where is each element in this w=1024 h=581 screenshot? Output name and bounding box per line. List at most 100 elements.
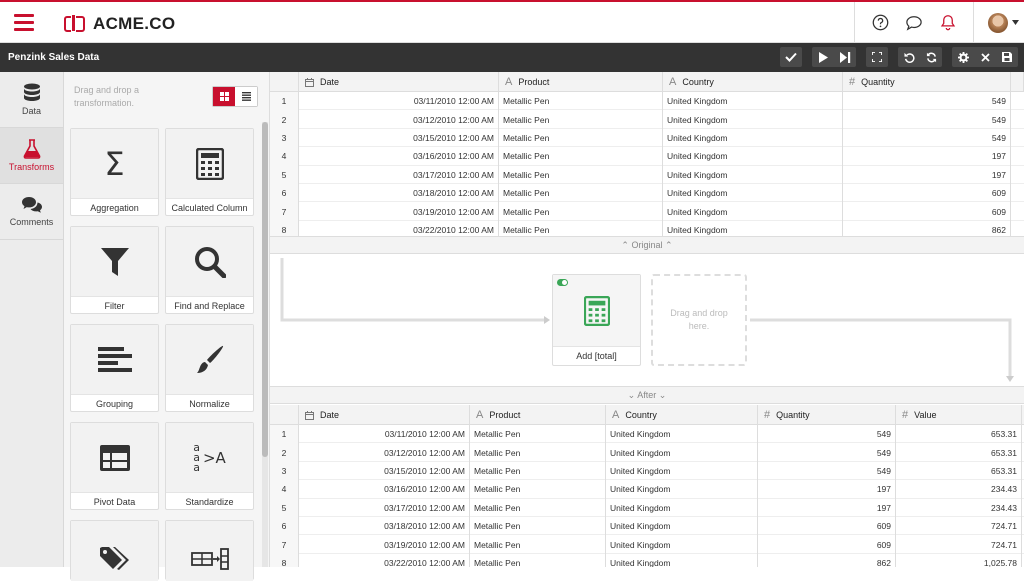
table-cell[interactable]: 234.43 <box>896 498 1022 517</box>
table-cell[interactable]: Metallic Pen <box>499 110 663 129</box>
table-cell[interactable]: 1,025.78 <box>896 553 1022 567</box>
close-icon[interactable] <box>974 47 996 67</box>
table-cell[interactable]: Metallic Pen <box>470 535 606 554</box>
table-cell[interactable]: 724.71 <box>896 535 1022 554</box>
table-cell[interactable]: Metallic Pen <box>499 202 663 221</box>
column-header-value[interactable]: # Value <box>896 405 1022 425</box>
table-cell[interactable]: 03/16/2010 12:00 AM <box>299 147 499 166</box>
fullscreen-icon[interactable] <box>866 47 888 67</box>
table-cell[interactable]: 03/12/2010 12:00 AM <box>299 110 499 129</box>
table-row[interactable]: 1 03/11/2010 12:00 AM Metallic Pen United K… <box>270 92 1024 111</box>
table-cell[interactable]: 653.31 <box>896 461 1022 481</box>
column-header-date[interactable]: Date <box>299 405 470 425</box>
table-cell[interactable]: United Kingdom <box>606 516 758 536</box>
card-find-and-replace[interactable]: Find and Replace <box>165 226 254 314</box>
table-cell[interactable]: 197 <box>758 498 896 517</box>
table-cell[interactable]: 653.31 <box>896 443 1022 462</box>
table-cell[interactable]: Metallic Pen <box>470 443 606 462</box>
hamburger-icon[interactable] <box>14 14 34 31</box>
table-row[interactable]: 2 03/12/2010 12:00 AM Metallic Pen United K… <box>270 443 1024 462</box>
column-header-product[interactable]: A Product <box>499 72 663 92</box>
table-cell[interactable]: 197 <box>758 480 896 499</box>
table-cell[interactable]: United Kingdom <box>663 183 843 203</box>
table-cell[interactable]: Metallic Pen <box>470 480 606 499</box>
table-cell[interactable]: United Kingdom <box>663 165 843 184</box>
table-cell[interactable]: 03/22/2010 12:00 AM <box>299 553 470 567</box>
card-normalize[interactable]: Normalize <box>165 324 254 412</box>
table-cell[interactable]: Metallic Pen <box>499 92 663 111</box>
table-cell[interactable]: United Kingdom <box>606 461 758 481</box>
table-cell[interactable]: 197 <box>843 165 1011 184</box>
table-row[interactable]: 3 03/15/2010 12:00 AM Metallic Pen United K… <box>270 128 1024 148</box>
table-cell[interactable]: 03/17/2010 12:00 AM <box>299 165 499 184</box>
table-cell[interactable]: 862 <box>758 553 896 567</box>
table-cell[interactable]: United Kingdom <box>663 128 843 148</box>
table-cell[interactable]: United Kingdom <box>606 498 758 517</box>
table-row[interactable]: 3 03/15/2010 12:00 AM Metallic Pen United K… <box>270 461 1024 481</box>
nav-item-transforms[interactable]: Transforms <box>0 128 63 184</box>
table-row[interactable]: 6 03/18/2010 12:00 AM Metallic Pen United K… <box>270 516 1024 536</box>
table-cell[interactable]: 549 <box>843 128 1011 148</box>
table-row[interactable]: 8 03/22/2010 12:00 AM Metallic Pen United K… <box>270 553 1024 567</box>
table-cell[interactable]: Metallic Pen <box>470 516 606 536</box>
table-cell[interactable]: 549 <box>758 425 896 444</box>
table-cell[interactable]: 609 <box>843 183 1011 203</box>
card-calculated-column[interactable]: Calculated Column <box>165 128 254 216</box>
table-cell[interactable]: United Kingdom <box>663 110 843 129</box>
table-cell[interactable]: Metallic Pen <box>470 461 606 481</box>
card-filter[interactable]: Filter <box>70 226 159 314</box>
table-cell[interactable]: 03/15/2010 12:00 AM <box>299 461 470 481</box>
grid-view-icon[interactable] <box>213 87 235 106</box>
table-cell[interactable]: United Kingdom <box>606 553 758 567</box>
column-header-country[interactable]: A Country <box>663 72 843 92</box>
table-cell[interactable]: United Kingdom <box>606 425 758 444</box>
table-cell[interactable]: 03/19/2010 12:00 AM <box>299 202 499 221</box>
column-header-country[interactable]: A Country <box>606 405 758 425</box>
table-row[interactable]: 1 03/11/2010 12:00 AM Metallic Pen United K… <box>270 425 1024 444</box>
table-cell[interactable]: 03/22/2010 12:00 AM <box>299 220 499 236</box>
card-grouping[interactable]: Grouping <box>70 324 159 412</box>
card-pivot-data[interactable]: Pivot Data <box>70 422 159 510</box>
flow-drop-zone[interactable]: Drag and drop here. <box>651 274 747 366</box>
table-row[interactable]: 2 03/12/2010 12:00 AM Metallic Pen United K… <box>270 110 1024 129</box>
list-view-icon[interactable] <box>235 87 257 106</box>
table-cell[interactable]: Metallic Pen <box>499 220 663 236</box>
table-cell[interactable]: United Kingdom <box>606 443 758 462</box>
table-cell[interactable]: 549 <box>843 92 1011 111</box>
card-aggregation[interactable]: Σ Aggregation <box>70 128 159 216</box>
table-cell[interactable]: 03/18/2010 12:00 AM <box>299 183 499 203</box>
table-cell[interactable]: Metallic Pen <box>499 183 663 203</box>
gear-icon[interactable] <box>952 47 974 67</box>
nav-item-data[interactable]: Data <box>0 72 63 128</box>
table-cell[interactable]: 03/19/2010 12:00 AM <box>299 535 470 554</box>
card-tags[interactable] <box>70 520 159 581</box>
bell-icon[interactable] <box>931 2 965 43</box>
table-cell[interactable]: 234.43 <box>896 480 1022 499</box>
table-row[interactable]: 7 03/19/2010 12:00 AM Metallic Pen United K… <box>270 202 1024 221</box>
nav-item-comments[interactable]: Comments <box>0 184 63 240</box>
card-split-columns[interactable] <box>165 520 254 581</box>
table-cell[interactable]: 03/17/2010 12:00 AM <box>299 498 470 517</box>
table-cell[interactable]: Metallic Pen <box>470 425 606 444</box>
column-header-product[interactable]: A Product <box>470 405 606 425</box>
table-cell[interactable]: Metallic Pen <box>499 128 663 148</box>
table-cell[interactable]: 724.71 <box>896 516 1022 536</box>
table-row[interactable]: 6 03/18/2010 12:00 AM Metallic Pen United K… <box>270 183 1024 203</box>
table-cell[interactable]: Metallic Pen <box>499 165 663 184</box>
table-cell[interactable]: 653.31 <box>896 425 1022 444</box>
table-cell[interactable]: 197 <box>843 147 1011 166</box>
table-cell[interactable]: 03/15/2010 12:00 AM <box>299 128 499 148</box>
original-section-toggle[interactable]: ⌃ Original ⌃ <box>270 236 1024 254</box>
column-header-quantity[interactable]: # Quantity <box>843 72 1011 92</box>
table-row[interactable]: 5 03/17/2010 12:00 AM Metallic Pen United K… <box>270 498 1024 517</box>
table-cell[interactable]: 549 <box>758 461 896 481</box>
column-header-date[interactable]: Date <box>299 72 499 92</box>
user-menu[interactable] <box>982 2 1024 43</box>
table-cell[interactable]: United Kingdom <box>663 92 843 111</box>
table-cell[interactable]: 549 <box>843 110 1011 129</box>
table-cell[interactable]: United Kingdom <box>663 202 843 221</box>
run-play-icon[interactable] <box>812 47 834 67</box>
table-cell[interactable]: 03/11/2010 12:00 AM <box>299 92 499 111</box>
step-forward-icon[interactable] <box>834 47 856 67</box>
table-cell[interactable]: 03/16/2010 12:00 AM <box>299 480 470 499</box>
